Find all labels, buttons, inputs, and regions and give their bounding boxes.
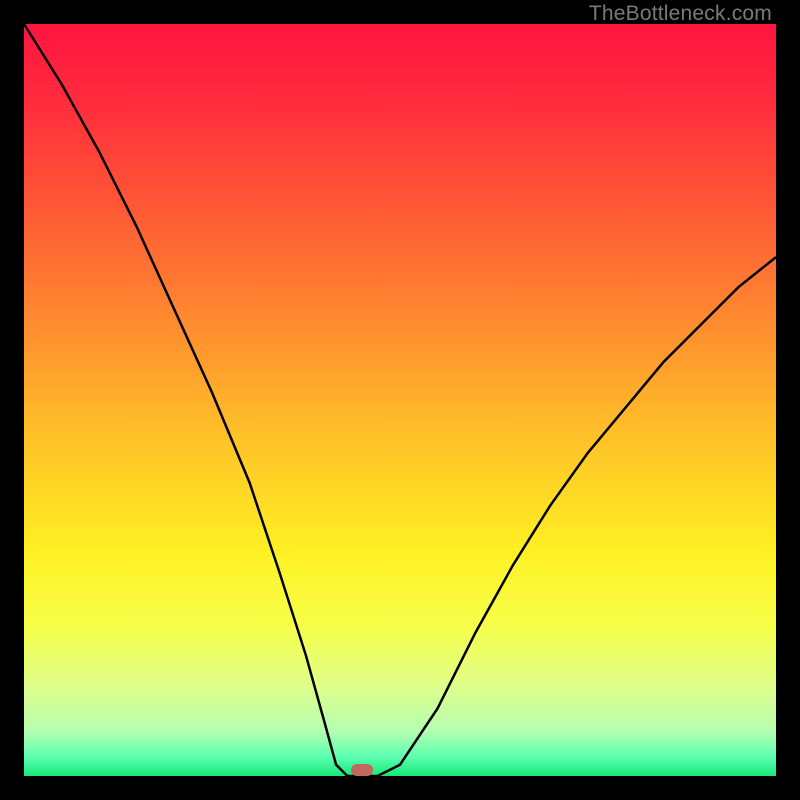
watermark-text: TheBottleneck.com xyxy=(589,2,772,26)
bottleneck-curve xyxy=(24,24,776,776)
optimum-marker xyxy=(351,764,373,776)
chart-frame: TheBottleneck.com xyxy=(0,0,800,800)
plot-area xyxy=(24,24,776,776)
